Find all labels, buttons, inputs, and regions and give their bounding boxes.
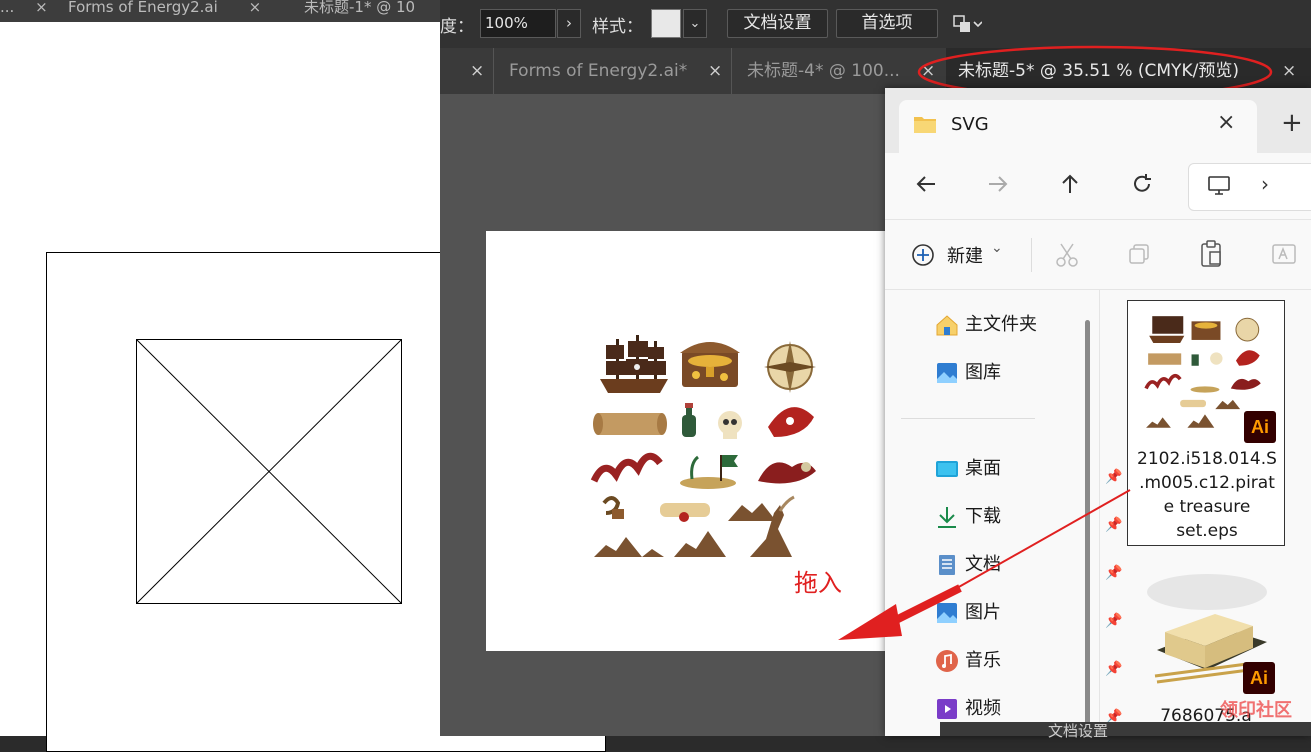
back-tab-forms[interactable]: Forms of Energy2.ai ×: [68, 0, 261, 22]
treasure-chest-icon: [680, 342, 740, 387]
file-name-line: set.eps: [1176, 521, 1238, 541]
music-icon: [936, 650, 958, 672]
divider: [1031, 238, 1032, 272]
sidebar-divider: [901, 418, 1035, 419]
explorer-nav-bar: ›: [885, 153, 1311, 219]
back-arrow-icon[interactable]: [915, 173, 937, 195]
opacity-label: 度：: [440, 17, 474, 37]
style-swatch[interactable]: [651, 9, 681, 38]
sidebar-item-label: 视频: [965, 698, 1001, 719]
rolled-scroll-icon: [660, 503, 710, 522]
illustrator-badge-icon: Ai: [1243, 662, 1275, 694]
sidebar-item-label: 图库: [965, 362, 1001, 383]
doc-tab-label: Forms of Energy2.ai*: [509, 61, 688, 81]
watermark: 领印社区: [1220, 700, 1292, 721]
this-pc-icon: [1208, 176, 1230, 195]
sea-serpent-icon: [590, 452, 663, 483]
document-setup-button[interactable]: 文档设置: [727, 9, 828, 38]
pirate-treasure-artwork[interactable]: [590, 331, 830, 571]
arrange-documents-icon[interactable]: [952, 12, 982, 38]
home-icon: [936, 315, 958, 336]
address-bar[interactable]: ›: [1188, 163, 1311, 211]
scroll-map-icon: [593, 413, 667, 435]
cut-icon[interactable]: [1055, 242, 1079, 268]
file-name-line: 2102.i518.014.S: [1137, 449, 1277, 469]
doc-tab-label: 未标题-4* @ 100...: [747, 61, 900, 81]
forward-arrow-icon[interactable]: [987, 173, 1009, 195]
taskbar-fragment: 文档设置: [940, 722, 1311, 740]
up-arrow-icon[interactable]: [1059, 173, 1081, 195]
style-dropdown-chevron-icon[interactable]: ⌄: [683, 9, 707, 38]
explorer-titlebar: SVG × +: [885, 88, 1311, 153]
back-document-tabs: ... × Forms of Energy2.ai × 未标题-1* @ 10: [0, 0, 440, 22]
explorer-tab-title: SVG: [951, 114, 989, 135]
new-tab-icon[interactable]: +: [1281, 108, 1303, 138]
opacity-input[interactable]: 100%: [480, 9, 556, 38]
drag-arrow-annotation: [838, 489, 1131, 640]
new-label: 新建: [947, 246, 983, 267]
file-name: 2102.i518.014.S .m005.c12.pirat e treasu…: [1128, 447, 1286, 543]
pin-icon[interactable]: 📌: [1105, 654, 1122, 684]
doc-tab-forms-of-energy[interactable]: Forms of Energy2.ai* ×: [493, 48, 731, 94]
style-label: 样式：: [592, 17, 643, 37]
close-icon[interactable]: ×: [1217, 110, 1235, 135]
video-icon: [937, 699, 957, 719]
back-tab-untitled-1[interactable]: 未标题-1* @ 10: [304, 0, 415, 22]
bottle-icon: [682, 403, 696, 437]
pirate-ship-icon: [600, 335, 668, 393]
illustrator-badge-icon: Ai: [1244, 411, 1276, 443]
paste-icon[interactable]: [1199, 240, 1223, 268]
rename-icon[interactable]: [1271, 242, 1297, 266]
file-name-line: .m005.c12.pirat: [1139, 473, 1275, 493]
mountain-icon: [728, 503, 776, 521]
close-icon[interactable]: ×: [708, 48, 722, 94]
control-bar: 度： 100% › 样式： ⌄ 文档设置 首选项: [440, 0, 1311, 48]
close-icon[interactable]: ×: [470, 48, 484, 94]
sea-monster-icon: [758, 462, 816, 484]
breadcrumb-chevron-icon[interactable]: ›: [1261, 172, 1269, 196]
desktop-icon: [936, 461, 958, 477]
file-name-line: e treasure: [1163, 497, 1251, 517]
compass-rose-icon: [764, 341, 816, 393]
sidebar-item-label: 音乐: [965, 650, 1001, 671]
opacity-value: 100%: [485, 14, 528, 32]
sidebar-item-label: 主文件夹: [965, 314, 1037, 335]
doc-tab-0[interactable]: ×: [440, 48, 493, 94]
explorer-command-bar: 新建 ⌄: [885, 219, 1311, 289]
explorer-tab-svg[interactable]: SVG ×: [899, 100, 1257, 153]
preferences-button[interactable]: 首选项: [836, 9, 938, 38]
pirate-hat-icon: [768, 407, 814, 437]
island-flag-icon: [680, 455, 738, 489]
back-tab-0[interactable]: ... ×: [0, 0, 48, 22]
opacity-flyout-chevron-icon[interactable]: ›: [557, 9, 581, 38]
gallery-icon: [937, 363, 957, 383]
copy-icon[interactable]: [1127, 242, 1151, 266]
chevron-down-icon: ⌄: [991, 240, 1003, 256]
file-item-pirate-eps[interactable]: Ai 2102.i518.014.S .m005.c12.pirat e tre…: [1127, 300, 1285, 546]
skull-icon: [718, 411, 742, 439]
plus-circle-icon: [912, 244, 934, 266]
hook-icon: [602, 496, 624, 519]
refresh-icon[interactable]: [1131, 173, 1153, 195]
image-placeholder[interactable]: [136, 339, 402, 604]
doc-setup-fragment: 文档设置: [1048, 722, 1109, 740]
folder-icon: [914, 117, 936, 133]
